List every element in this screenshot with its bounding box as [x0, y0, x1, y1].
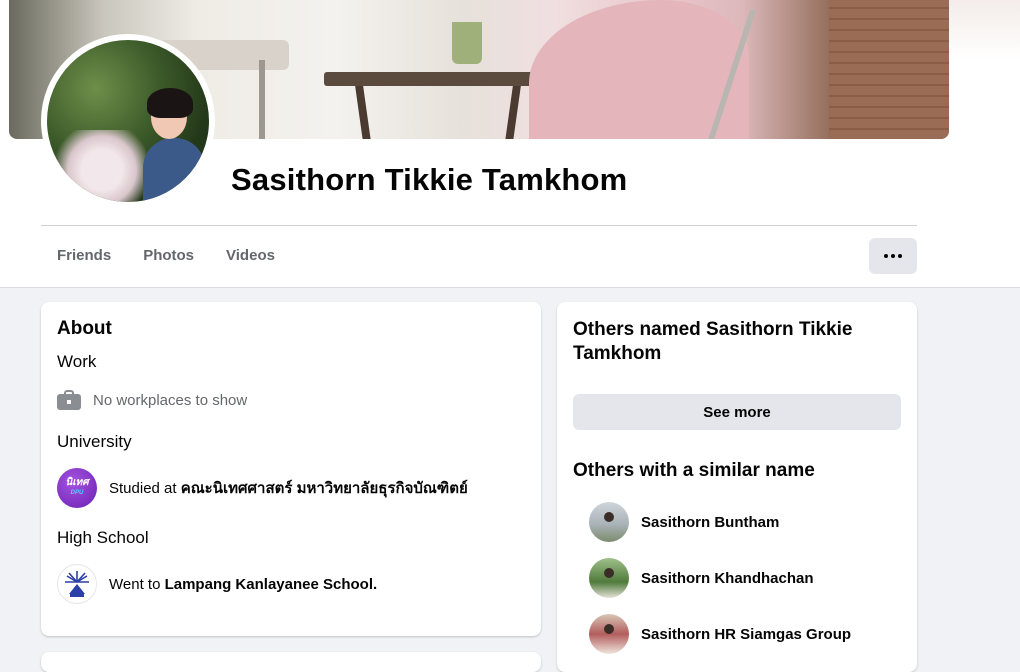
- profile-picture[interactable]: [41, 34, 215, 208]
- cover-edge: [949, 0, 1020, 60]
- cover-cup: [452, 22, 482, 64]
- school-emblem-icon: [65, 571, 89, 597]
- more-dots-icon: [884, 254, 888, 258]
- person-name[interactable]: Sasithorn Buntham: [641, 514, 779, 531]
- high-school-text: Went to Lampang Kanlayanee School.: [109, 575, 378, 593]
- profile-name: Sasithorn Tikkie Tamkhom: [231, 162, 628, 197]
- cover-table-leg: [355, 86, 371, 139]
- others-named-title: Others named Sasithorn Tikkie Tamkhom: [573, 319, 853, 364]
- similar-person[interactable]: Sasithorn Khandhachan: [589, 558, 814, 598]
- header-divider: [41, 225, 917, 226]
- related-profiles-card: Others named Sasithorn Tikkie Tamkhom Se…: [557, 302, 917, 672]
- avatar-hair: [147, 88, 193, 118]
- cover-chair-leg: [259, 60, 265, 139]
- next-card: [41, 652, 541, 672]
- tab-videos[interactable]: Videos: [210, 238, 291, 274]
- similar-person[interactable]: Sasithorn HR Siamgas Group: [589, 614, 851, 654]
- about-title: About: [57, 318, 112, 339]
- more-options-button[interactable]: [869, 238, 917, 274]
- profile-tabs: Friends Photos Videos: [41, 238, 291, 274]
- avatar-body: [143, 138, 205, 202]
- university-text: Studied at คณะนิเทศศาสตร์ มหาวิทยาลัยธุร…: [109, 480, 468, 497]
- similar-name-title: Others with a similar name: [573, 460, 815, 481]
- avatar: [589, 558, 629, 598]
- high-school-link[interactable]: Lampang Kanlayanee School.: [165, 576, 378, 593]
- avatar: [589, 614, 629, 654]
- university-heading: University: [57, 432, 132, 451]
- work-heading: Work: [57, 352, 97, 371]
- work-row: No workplaces to show: [57, 390, 247, 410]
- see-more-button[interactable]: See more: [573, 394, 901, 430]
- person-name[interactable]: Sasithorn HR Siamgas Group: [641, 626, 851, 643]
- avatar: [589, 502, 629, 542]
- more-dots-icon: [891, 254, 895, 258]
- person-name[interactable]: Sasithorn Khandhachan: [641, 570, 814, 587]
- similar-person[interactable]: Sasithorn Buntham: [589, 502, 779, 542]
- high-school-row: Went to Lampang Kanlayanee School.: [57, 564, 377, 604]
- avatar-flowers: [47, 130, 157, 202]
- work-text: No workplaces to show: [93, 391, 248, 409]
- university-link[interactable]: คณะนิเทศศาสตร์ มหาวิทยาลัยธุรกิจบัณฑิตย์: [181, 480, 468, 497]
- tab-friends[interactable]: Friends: [41, 238, 127, 274]
- university-logo[interactable]: นิเทศ DPU: [57, 468, 97, 508]
- briefcase-icon: [57, 390, 81, 410]
- school-logo[interactable]: [57, 564, 97, 604]
- high-school-heading: High School: [57, 528, 149, 547]
- cover-table-leg: [505, 86, 521, 139]
- tab-photos[interactable]: Photos: [127, 238, 210, 274]
- cover-brick-wall: [829, 0, 949, 139]
- university-row: นิเทศ DPU Studied at คณะนิเทศศาสตร์ มหาวิ…: [57, 468, 468, 508]
- more-dots-icon: [898, 254, 902, 258]
- profile-picture-image: [47, 40, 209, 202]
- about-card: About Work No workplaces to show Univers…: [41, 302, 541, 636]
